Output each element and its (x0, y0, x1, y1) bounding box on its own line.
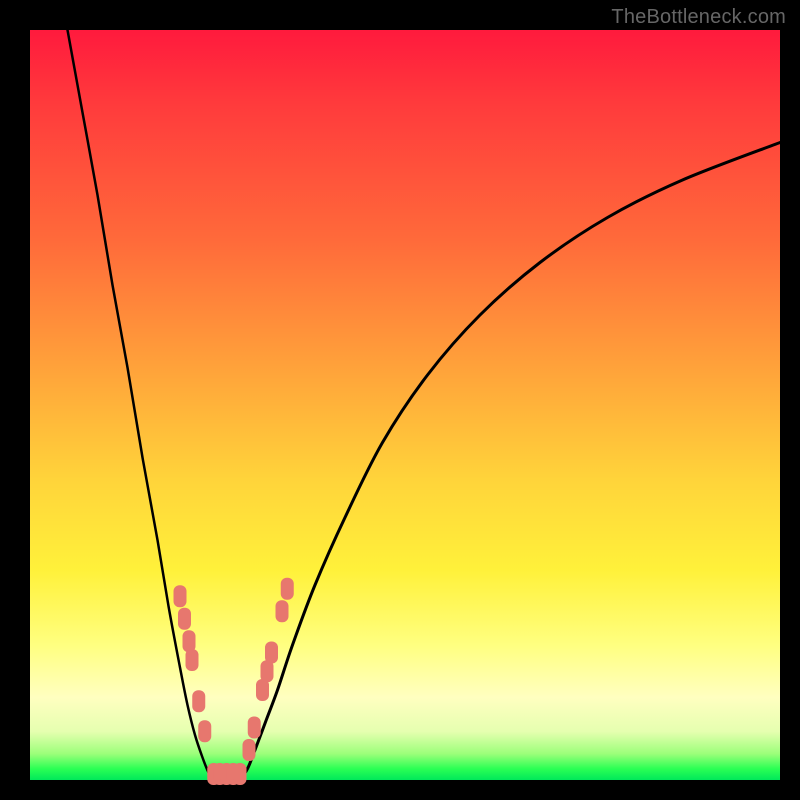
curve-marker (183, 630, 196, 652)
curve-marker (234, 763, 247, 785)
curve-marker (178, 608, 191, 630)
curve-marker (276, 600, 289, 622)
curve-marker (243, 739, 256, 761)
curve-marker (256, 679, 269, 701)
plot-area (30, 30, 780, 780)
curve-marker (248, 717, 261, 739)
series-right-curve (240, 143, 780, 781)
curve-marker (281, 578, 294, 600)
curve-marker (265, 642, 278, 664)
marker-group (174, 578, 294, 785)
chart-svg (30, 30, 780, 780)
curve-marker (174, 585, 187, 607)
curve-marker (261, 660, 274, 682)
curve-marker (186, 649, 199, 671)
curve-marker (198, 720, 211, 742)
curve-marker (192, 690, 205, 712)
watermark-text: TheBottleneck.com (611, 6, 786, 29)
series-group (68, 30, 781, 780)
chart-frame: TheBottleneck.com (0, 0, 800, 800)
